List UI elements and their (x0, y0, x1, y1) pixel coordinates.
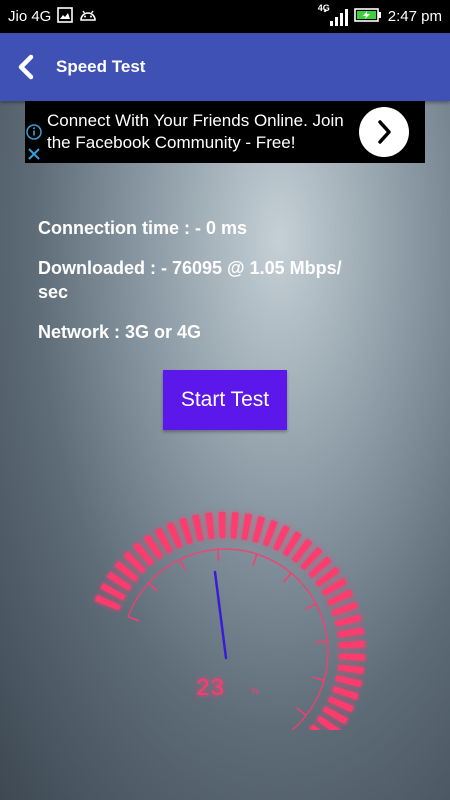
gauge-segment (337, 627, 364, 638)
status-bar: Jio 4G 4G 2:47 pm (0, 0, 450, 33)
info-icon[interactable] (25, 123, 43, 141)
gauge-segment (338, 640, 365, 649)
gauge-segment (335, 675, 362, 688)
gauge-segment (334, 614, 362, 627)
gauge-segment (338, 653, 365, 661)
gauge-segment (331, 601, 358, 617)
image-icon (57, 6, 74, 27)
carrier-label: Jio 4G (8, 8, 52, 25)
network-text: Network : 3G or 4G (38, 322, 202, 342)
gauge-segment (252, 516, 265, 543)
gauge-needle (213, 570, 228, 660)
gauge-segment (337, 664, 365, 675)
speed-gauge: 23 % (94, 512, 365, 730)
clock: 2:47 pm (387, 8, 442, 25)
ad-text: Connect With Your Friends Online. Join t… (47, 111, 344, 152)
gauge-tick (217, 549, 220, 562)
gauge-segment (205, 512, 215, 540)
gauge-tick (304, 602, 317, 610)
close-icon[interactable] (25, 145, 43, 163)
gauge-inner-arc (127, 548, 329, 730)
gauge-tick (252, 553, 258, 566)
page-title: Speed Test (56, 57, 146, 76)
gauge-tick (127, 616, 140, 622)
gauge-tick (282, 572, 292, 583)
gauge-segment (179, 517, 193, 545)
gauge-segment (241, 513, 252, 541)
gauge-segment (192, 514, 204, 542)
android-icon (79, 8, 97, 26)
gauge-tick (179, 559, 186, 571)
back-button[interactable] (10, 51, 42, 83)
gauge-segment (230, 512, 239, 539)
chevron-left-icon (18, 54, 34, 80)
downloaded-text-line1: Downloaded : - 76095 @ 1.05 Mbps/ (38, 258, 342, 278)
gauge-segment (262, 519, 278, 547)
app-bar: Speed Test (0, 33, 450, 101)
connection-time-text: Connection time : - 0 ms (38, 218, 248, 238)
ad-banner[interactable]: Connect With Your Friends Online. Join t… (25, 101, 425, 163)
gauge-readout: 23 (196, 676, 225, 703)
gauge-tick (296, 707, 307, 717)
gauge-unit: % (251, 686, 259, 696)
downloaded-text-line2: sec (38, 282, 69, 302)
signal-icon: 4G (318, 3, 348, 27)
ad-open-button[interactable] (359, 107, 409, 157)
gauge-tick (147, 582, 158, 592)
start-test-button[interactable]: Start Test (163, 370, 287, 430)
gauge-segment (218, 512, 226, 539)
battery-charging-icon (353, 7, 382, 27)
gauge-tick (312, 676, 325, 682)
gauge-tick (315, 640, 328, 644)
gauge-segment (332, 686, 359, 701)
chevron-right-icon (378, 120, 391, 144)
